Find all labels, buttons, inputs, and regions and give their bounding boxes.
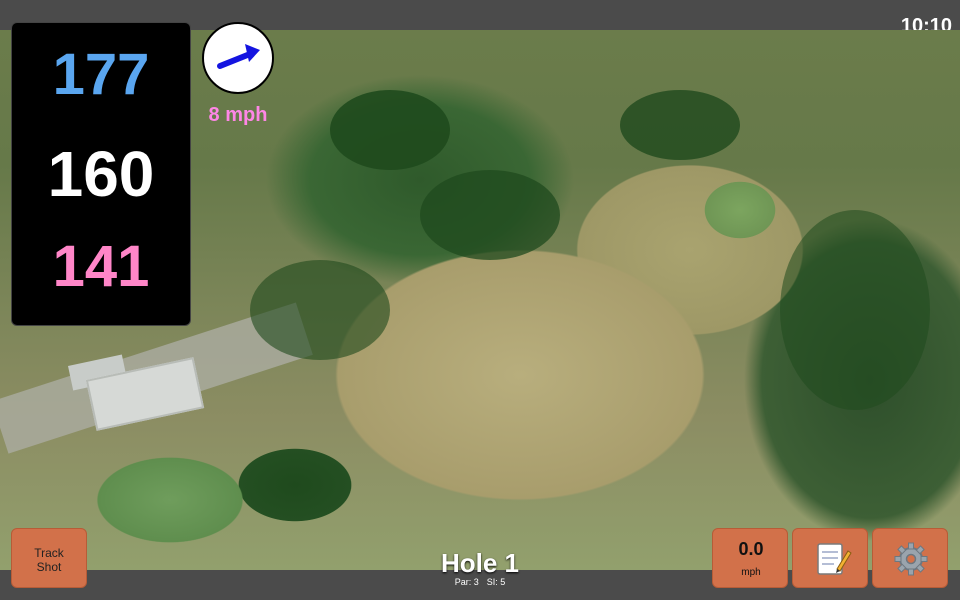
arrow-northeast-icon <box>217 44 260 69</box>
tree-cluster <box>420 170 560 260</box>
speed-unit: mph <box>741 567 761 578</box>
wind-speed: 8 mph <box>208 104 268 126</box>
notepad-icon <box>817 543 852 575</box>
gear-icon <box>894 542 928 576</box>
middle-distance: 160 <box>47 138 155 210</box>
wind-indicator[interactable] <box>202 22 274 94</box>
tree-cluster <box>330 90 450 170</box>
hole-si: SI: 5 <box>486 577 506 587</box>
hole-par: Par: 3 <box>454 577 479 587</box>
speed-value: 0.0 <box>738 539 764 559</box>
tree-cluster <box>780 210 930 410</box>
settings-button[interactable] <box>872 528 948 588</box>
hole-title: Hole 1 <box>440 548 520 578</box>
track-shot-button[interactable]: Track Shot <box>11 528 87 588</box>
track-shot-label-line1: Track <box>34 546 64 560</box>
notes-button[interactable] <box>792 528 868 588</box>
tree-cluster <box>250 260 390 360</box>
distance-panel: 177 160 141 <box>11 22 191 326</box>
tree-cluster <box>620 90 740 160</box>
speed-button[interactable]: 0.0 mph <box>712 528 788 588</box>
hole-meta: Par: 3 SI: 5 <box>420 577 540 587</box>
track-shot-label-line2: Shot <box>36 560 62 574</box>
front-distance: 141 <box>52 234 150 299</box>
back-distance: 177 <box>52 42 150 107</box>
